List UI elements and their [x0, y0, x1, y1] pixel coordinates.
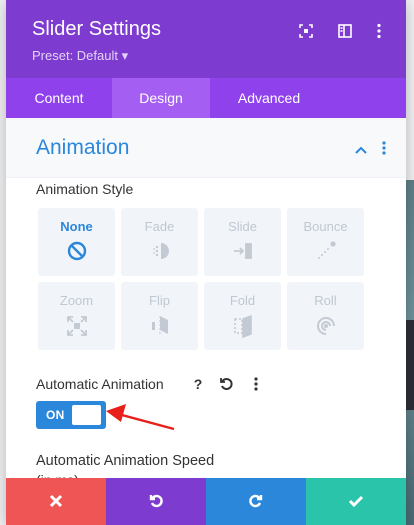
tab-content[interactable]: Content	[6, 78, 112, 118]
animation-option-fold[interactable]: Fold	[204, 282, 281, 350]
speed-label: Automatic Animation Speed	[36, 453, 215, 469]
option-label: Bounce	[303, 219, 348, 234]
sidebar-toggle-icon[interactable]	[336, 22, 354, 40]
option-label: Roll	[314, 293, 337, 308]
bounce-icon	[314, 240, 338, 264]
automatic-animation-label: Automatic Animation	[36, 376, 164, 392]
section-more-icon[interactable]	[380, 140, 388, 161]
animation-option-flip[interactable]: Flip	[121, 282, 198, 350]
modal-header[interactable]: Slider Settings Preset: Default ▾	[6, 0, 406, 78]
animation-option-zoom[interactable]: Zoom	[38, 282, 115, 350]
chevron-up-icon[interactable]	[354, 142, 368, 160]
animation-option-fade[interactable]: Fade	[121, 208, 198, 276]
settings-content[interactable]: Animation Animation Style None Fade Slid…	[6, 118, 406, 488]
animation-style-label: Animation Style	[36, 181, 134, 197]
red-arrow-annotation	[104, 402, 176, 437]
automatic-animation-toggle[interactable]: ON	[36, 401, 106, 429]
roll-icon	[314, 314, 338, 338]
modal-footer	[6, 478, 406, 525]
flip-icon	[148, 314, 172, 338]
reset-icon[interactable]	[216, 374, 236, 394]
option-label: Zoom	[59, 293, 94, 308]
toggle-label: ON	[46, 408, 65, 422]
option-label: None	[60, 219, 93, 234]
animation-option-none[interactable]: None	[38, 208, 115, 276]
save-button[interactable]	[306, 478, 406, 525]
animation-option-slide[interactable]: Slide	[204, 208, 281, 276]
more-vertical-icon[interactable]	[370, 22, 388, 40]
tab-advanced[interactable]: Advanced	[210, 78, 328, 118]
option-label: Slide	[228, 219, 257, 234]
slide-icon	[231, 240, 255, 264]
toggle-knob	[72, 405, 101, 425]
redo-icon	[249, 494, 263, 508]
discard-button[interactable]	[6, 478, 106, 525]
option-label: Fold	[229, 293, 256, 308]
animation-option-roll[interactable]: Roll	[287, 282, 364, 350]
option-label: Fade	[144, 219, 175, 234]
check-icon	[348, 495, 364, 508]
tab-design[interactable]: Design	[112, 78, 210, 118]
help-icon[interactable]: ?	[188, 374, 208, 394]
option-more-icon[interactable]	[246, 374, 266, 394]
animation-option-bounce[interactable]: Bounce	[287, 208, 364, 276]
focus-icon[interactable]	[297, 22, 315, 40]
modal-title: Slider Settings	[32, 18, 161, 40]
none-circle-icon	[65, 240, 89, 264]
zoom-icon	[65, 314, 89, 338]
settings-modal: Slider Settings Preset: Default ▾ Conten…	[6, 0, 406, 525]
undo-icon	[149, 494, 163, 508]
fold-icon	[231, 314, 255, 339]
redo-button[interactable]	[206, 478, 306, 525]
preset-dropdown[interactable]: Preset: Default ▾	[32, 48, 128, 64]
tab-bar: Content Design Advanced	[6, 78, 406, 118]
undo-button[interactable]	[106, 478, 206, 525]
close-icon	[49, 494, 63, 508]
section-title: Animation	[36, 136, 130, 159]
section-header-animation[interactable]: Animation	[6, 118, 406, 178]
option-label: Flip	[149, 293, 170, 308]
fade-icon	[148, 240, 172, 264]
